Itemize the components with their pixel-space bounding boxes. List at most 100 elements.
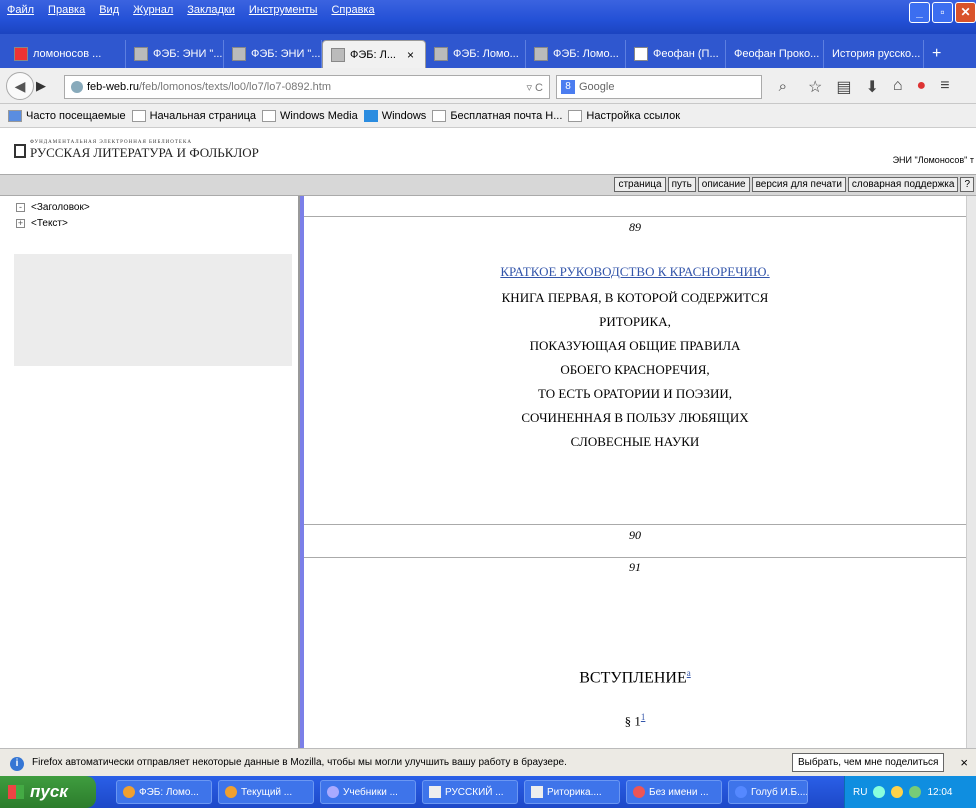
eni-label: ЭНИ "Ломоносов" т [892, 155, 974, 165]
footnote-link[interactable]: а [687, 668, 691, 678]
tree-label: <Текст> [31, 218, 68, 229]
taskbar-item-golub[interactable]: Голуб И.Б.... [728, 780, 808, 804]
reading-list-icon[interactable]: ▤ [836, 77, 851, 97]
site-identity-icon[interactable] [71, 81, 83, 93]
menu-history[interactable]: Журнал [126, 4, 180, 16]
tab-1[interactable]: ФЭБ: ЭНИ "... [126, 40, 224, 68]
bookmark-windows[interactable]: Windows [363, 109, 427, 122]
menu-file[interactable]: Файл [0, 4, 41, 16]
minimize-button[interactable]: _ [909, 2, 930, 23]
tab-5[interactable]: ФЭБ: Ломо... [526, 40, 626, 68]
bookmarks-bar: Часто посещаемые Начальная страница Wind… [0, 104, 976, 128]
search-input[interactable]: 8 Google ⌕ [556, 75, 787, 99]
tab-3-active[interactable]: ФЭБ: Л... × [322, 40, 426, 68]
forward-icon[interactable]: ▶ [36, 78, 46, 94]
bookmark-star-icon[interactable]: ☆ [808, 77, 822, 97]
menu-bookmarks[interactable]: Закладки [180, 4, 242, 16]
taskbar-item-firefox[interactable]: ФЭБ: Ломо... [116, 780, 212, 804]
logo-text: ФУНДАМЕНТАЛЬНАЯ ЭЛЕКТРОННАЯ БИБЛИОТЕКА Р… [30, 140, 259, 161]
url-bar[interactable]: feb-web.ru/feb/lomonos/texts/lo0/lo7/lo7… [64, 75, 550, 99]
bookmark-label: Windows [381, 109, 427, 122]
menu-view[interactable]: Вид [92, 4, 126, 16]
search-placeholder: Google [579, 81, 615, 93]
sidebar-panel [14, 254, 292, 366]
firefox-icon [123, 786, 135, 798]
security-icon[interactable] [909, 786, 922, 798]
menu-help[interactable]: Справка [324, 4, 381, 16]
title-line: ПОКАЗУЮЩАЯ ОБЩИЕ ПРАВИЛА [529, 338, 741, 353]
title-link[interactable]: КРАТКОЕ РУКОВОДСТВО К КРАСНОРЕЧИЮ. [304, 264, 966, 280]
path-button[interactable]: путь [667, 177, 696, 192]
note-link[interactable]: 1 [641, 712, 646, 722]
description-button[interactable]: описание [697, 177, 750, 192]
taskbar: пуск ФЭБ: Ломо... Текущий ... Учебники .… [0, 776, 976, 808]
expand-icon[interactable]: + [16, 219, 25, 228]
vertical-scrollbar[interactable] [966, 196, 976, 748]
title-line: РИТОРИКА, [599, 314, 671, 329]
taskbar-item-untitled[interactable]: Без имени ... [626, 780, 722, 804]
page-number-90: 90 [629, 528, 641, 542]
tab-2[interactable]: ФЭБ: ЭНИ "... [224, 40, 322, 68]
reload-icon[interactable]: ▿ C [526, 81, 543, 94]
sidebar: - <Заголовок> + <Текст> [0, 196, 300, 748]
tree-item-text[interactable]: + <Текст> [16, 218, 68, 229]
tab-7[interactable]: Феофан Проко... [726, 40, 824, 68]
bookmark-customize-links[interactable]: Настройка ссылок [568, 109, 681, 122]
network-icon[interactable] [873, 786, 886, 798]
feb-icon [534, 47, 548, 61]
download-icon[interactable]: ⬇ [865, 77, 878, 97]
page-divider [304, 557, 966, 558]
site-logo[interactable]: ФУНДАМЕНТАЛЬНАЯ ЭЛЕКТРОННАЯ БИБЛИОТЕКА Р… [14, 140, 259, 161]
task-label: Голуб И.Б.... [751, 786, 808, 798]
help-button[interactable]: ? [960, 177, 974, 192]
notification-bar: i Firefox автоматически отправляет некот… [0, 748, 976, 776]
page-button[interactable]: страница [614, 177, 666, 192]
collapse-icon[interactable]: - [16, 203, 25, 212]
bookmark-windows-media[interactable]: Windows Media [262, 109, 358, 122]
back-icon[interactable]: ◀ [6, 71, 34, 100]
adblock-icon[interactable]: ● [917, 77, 927, 97]
folder-icon [429, 786, 441, 798]
feb-icon [134, 47, 148, 61]
home-icon[interactable]: ⌂ [893, 77, 903, 97]
menu-icon[interactable]: ≡ [940, 77, 949, 97]
close-tab-icon[interactable]: × [407, 48, 414, 62]
title-line: ТО ЕСТЬ ОРАТОРИИ И ПОЭЗИИ, [538, 386, 732, 401]
taskbar-item-current[interactable]: Текущий ... [218, 780, 314, 804]
taskbar-item-russian[interactable]: РУССКИЙ ... [422, 780, 518, 804]
tree-item-heading[interactable]: - <Заголовок> [16, 202, 90, 213]
new-tab-button[interactable]: + [924, 40, 949, 68]
choose-data-button[interactable]: Выбрать, чем мне поделиться [792, 753, 945, 772]
taskbar-item-textbooks[interactable]: Учебники ... [320, 780, 416, 804]
volume-icon[interactable] [891, 786, 904, 798]
tab-label: ФЭБ: ЭНИ "... [153, 48, 223, 60]
close-window-button[interactable]: ✕ [955, 2, 976, 23]
bookmark-label: Настройка ссылок [586, 109, 681, 122]
tab-0[interactable]: ломоносов ... [6, 40, 126, 68]
close-notification-icon[interactable]: × [960, 755, 968, 770]
bookmark-most-visited[interactable]: Часто посещаемые [8, 109, 126, 122]
tab-6[interactable]: Феофан (П... [626, 40, 726, 68]
search-engine-icon[interactable]: 8 [561, 80, 575, 94]
search-icon[interactable]: ⌕ [779, 78, 787, 95]
system-tray: RU 12:04 [844, 776, 976, 808]
tab-4[interactable]: ФЭБ: Ломо... [426, 40, 526, 68]
page-toolbar: страница путь описание версия для печати… [0, 174, 976, 196]
print-version-button[interactable]: версия для печати [751, 177, 846, 192]
tab-8[interactable]: История русско... [824, 40, 924, 68]
menu-tools[interactable]: Инструменты [242, 4, 325, 16]
dictionary-support-button[interactable]: словарная поддержка [847, 177, 959, 192]
bookmark-free-mail[interactable]: Бесплатная почта Н... [432, 109, 562, 122]
library-logo-icon [14, 143, 26, 158]
site-header: ФУНДАМЕНТАЛЬНАЯ ЭЛЕКТРОННАЯ БИБЛИОТЕКА Р… [0, 128, 976, 174]
menu-edit[interactable]: Правка [41, 4, 92, 16]
tab-label: ФЭБ: Ломо... [553, 48, 619, 60]
start-button[interactable]: пуск [0, 776, 96, 808]
task-label: Риторика.... [547, 786, 602, 798]
page-divider [304, 216, 966, 217]
maximize-button[interactable]: ▫ [932, 2, 953, 23]
bookmark-start-page[interactable]: Начальная страница [131, 109, 256, 122]
language-indicator[interactable]: RU [853, 787, 867, 798]
taskbar-item-rhetoric[interactable]: Риторика.... [524, 780, 620, 804]
page-number-89: 89 [629, 220, 641, 234]
